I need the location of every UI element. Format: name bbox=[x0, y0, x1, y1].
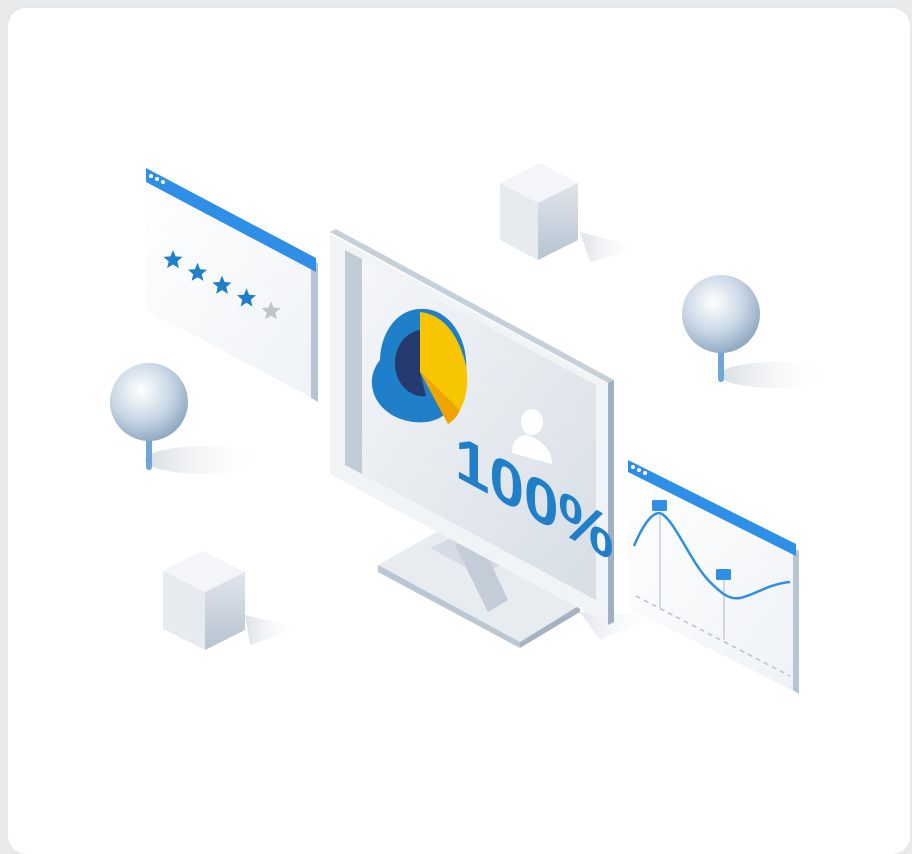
cube-icon bbox=[500, 163, 640, 262]
illustration-card: 100% bbox=[8, 8, 910, 854]
line-chart-window bbox=[628, 460, 799, 694]
analytics-illustration: 100% bbox=[110, 163, 830, 694]
cube-icon bbox=[163, 551, 300, 650]
sphere-pin-icon bbox=[110, 363, 265, 474]
sphere-pin-icon bbox=[682, 275, 830, 388]
rating-window bbox=[146, 168, 318, 402]
